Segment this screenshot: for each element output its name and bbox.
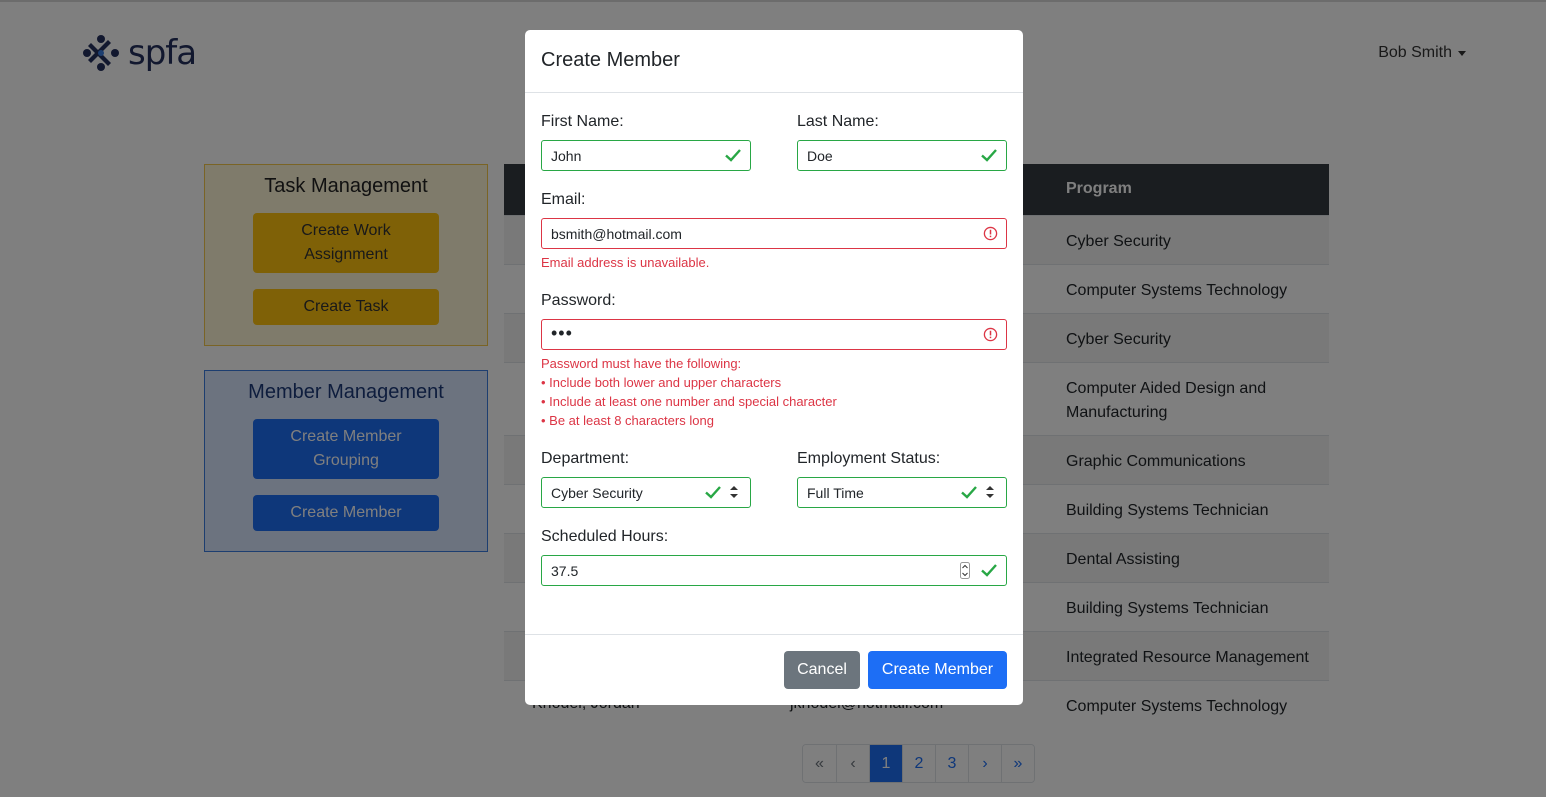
scheduled-hours-value: 37.5: [551, 563, 579, 579]
select-arrows-icon: [986, 486, 994, 498]
password-field[interactable]: •••: [541, 319, 1007, 350]
check-icon: [725, 149, 741, 162]
modal-header: Create Member: [525, 30, 1023, 93]
password-label: Password:: [541, 292, 616, 309]
password-error-list: Password must have the following: • Incl…: [541, 354, 837, 430]
error-circle-icon: [983, 327, 998, 342]
first-name-value: John: [551, 148, 582, 164]
password-value: •••: [551, 323, 573, 343]
number-spinner-icon[interactable]: [960, 562, 970, 579]
employment-status-select[interactable]: Full Time: [797, 477, 1007, 508]
password-error-item: • Include at least one number and specia…: [541, 394, 837, 409]
department-value: Cyber Security: [551, 485, 643, 501]
cancel-button[interactable]: Cancel: [784, 651, 860, 689]
modal-title: Create Member: [541, 49, 680, 71]
first-name-label: First Name:: [541, 113, 624, 130]
select-arrows-icon: [730, 486, 738, 498]
first-name-field[interactable]: John: [541, 140, 751, 171]
create-member-button[interactable]: Create Member: [868, 651, 1007, 689]
last-name-value: Doe: [807, 148, 833, 164]
email-value: bsmith@hotmail.com: [551, 226, 682, 242]
create-member-modal: Create Member First Name: John Last Name…: [525, 30, 1023, 705]
scheduled-hours-input[interactable]: 37.5: [541, 555, 1007, 586]
email-label: Email:: [541, 191, 586, 208]
last-name-field[interactable]: Doe: [797, 140, 1007, 171]
password-error-heading: Password must have the following:: [541, 356, 742, 371]
check-icon: [981, 149, 997, 162]
email-field[interactable]: bsmith@hotmail.com: [541, 218, 1007, 249]
password-error-item: • Include both lower and upper character…: [541, 375, 782, 390]
employment-status-value: Full Time: [807, 485, 864, 501]
department-label: Department:: [541, 450, 630, 467]
password-error-item: • Be at least 8 characters long: [541, 413, 714, 428]
modal-footer: Cancel Create Member: [525, 634, 1023, 705]
check-icon: [961, 486, 977, 499]
error-circle-icon: [983, 226, 998, 241]
last-name-label: Last Name:: [797, 113, 879, 130]
email-error: Email address is unavailable.: [541, 255, 710, 270]
scheduled-hours-label: Scheduled Hours:: [541, 528, 669, 545]
department-select[interactable]: Cyber Security: [541, 477, 751, 508]
check-icon: [705, 486, 721, 499]
check-icon: [981, 564, 997, 577]
employment-status-label: Employment Status:: [797, 450, 941, 467]
